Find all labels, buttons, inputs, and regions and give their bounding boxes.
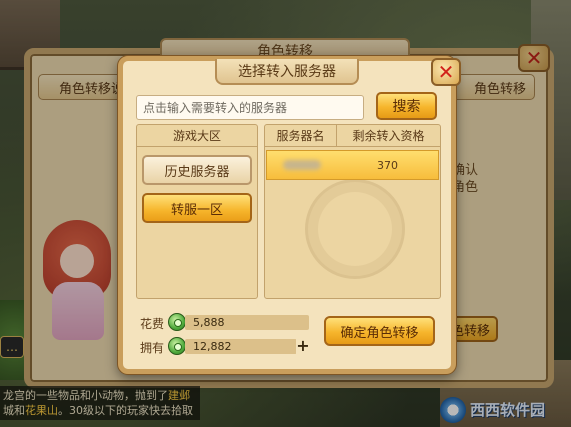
owned-label: 拥有 <box>140 341 165 355</box>
cost-value: 5,888 <box>185 315 309 330</box>
coin-icon <box>168 337 186 355</box>
column-header-remaining: 剩余转入资格 <box>352 129 425 143</box>
owned-value: 12,882 <box>185 339 297 354</box>
column-header-server-name: 服务器名 <box>265 125 337 146</box>
server-list-panel: 服务器名 剩余转入资格 370 <box>264 124 441 299</box>
dialog-title-plate: 选择转入服务器 <box>215 59 359 85</box>
select-server-dialog: 选择转入服务器 ✕ 搜索 游戏大区 历史服务器 转服一区 服务器名 剩余转入资格… <box>118 56 461 374</box>
close-icon: ✕ <box>437 60 455 84</box>
cost-label: 花费 <box>140 317 165 331</box>
dialog-close-button[interactable]: ✕ <box>431 58 461 86</box>
server-row[interactable]: 370 <box>266 150 439 180</box>
region-list-panel: 游戏大区 历史服务器 转服一区 <box>136 124 258 299</box>
server-remaining-count: 370 <box>377 158 398 172</box>
server-search-input[interactable] <box>136 95 364 120</box>
region-list-header: 游戏大区 <box>137 125 257 147</box>
confirm-transfer-button[interactable]: 确定角色转移 <box>324 316 435 346</box>
plus-icon[interactable]: + <box>296 338 310 354</box>
dialog-title: 选择转入服务器 <box>238 64 336 80</box>
region-item-transfer-zone-1[interactable]: 转服一区 <box>142 193 252 223</box>
coin-icon <box>168 313 186 331</box>
server-list-header: 服务器名 剩余转入资格 <box>265 125 440 147</box>
server-name-blurred <box>267 160 337 170</box>
panel-emblem-watermark <box>305 179 405 279</box>
search-button[interactable]: 搜索 <box>376 92 437 120</box>
region-item-history-servers[interactable]: 历史服务器 <box>142 155 252 185</box>
